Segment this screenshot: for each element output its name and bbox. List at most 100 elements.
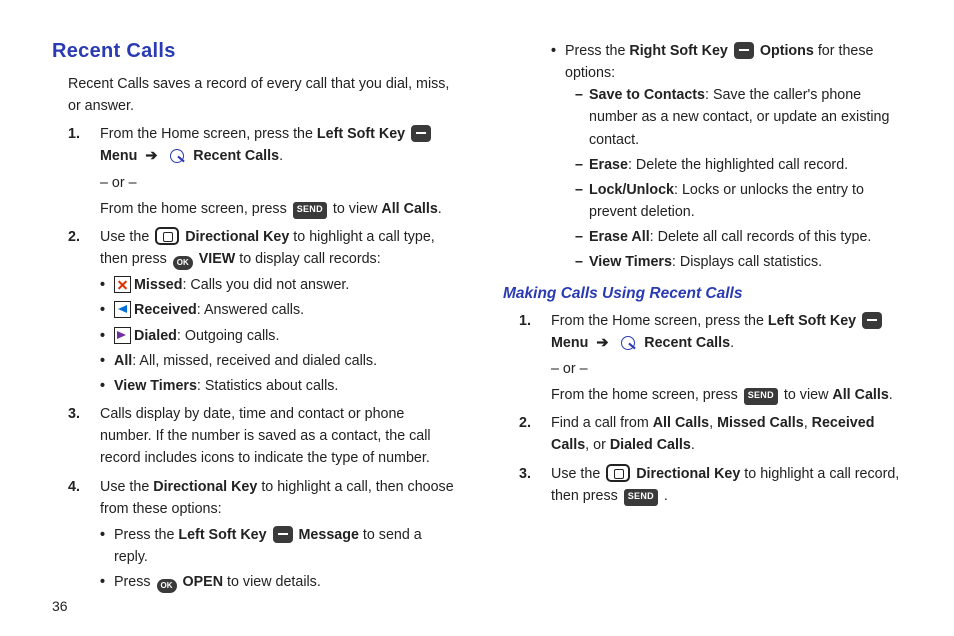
intro-text: Recent Calls saves a record of every cal…	[68, 73, 459, 117]
bullet-all: All: All, missed, received and dialed ca…	[100, 350, 459, 372]
r2-or: , or	[585, 437, 610, 453]
missed-icon	[114, 276, 131, 293]
received-label: Received	[134, 302, 197, 318]
heading-making-calls: Making Calls Using Recent Calls	[503, 282, 910, 306]
recent-calls-label-2: Recent Calls	[644, 335, 730, 351]
b1a: Press the	[114, 527, 178, 543]
send-key-icon: SEND	[293, 202, 327, 219]
directional-key-icon-2	[606, 464, 630, 482]
send-key-icon-2: SEND	[744, 388, 778, 405]
dk-label-3: Directional Key	[636, 466, 740, 482]
arrow-icon: ➔	[145, 148, 157, 164]
rstep-3: Use the Directional Key to highlight a c…	[519, 463, 910, 507]
lsk-label-3: Left Soft Key	[768, 313, 856, 329]
received-icon	[114, 301, 131, 318]
step-3: Calls display by date, time and contact …	[68, 403, 459, 469]
all-label: All	[114, 353, 132, 369]
ok-key-icon: OK	[173, 256, 193, 270]
dash-erase: Erase: Delete the highlighted call recor…	[575, 154, 910, 176]
rstep-2: Find a call from All Calls, Missed Calls…	[519, 412, 910, 456]
step2-c: to display call records:	[235, 251, 380, 267]
right-soft-key-icon	[734, 42, 754, 59]
missed-label: Missed	[134, 277, 182, 293]
dash-lock: Lock/Unlock: Locks or unlocks the entry …	[575, 179, 910, 223]
step-1: From the Home screen, press the Left Sof…	[68, 123, 459, 220]
recent-calls-icon	[167, 147, 187, 165]
left-soft-key-icon-3	[862, 312, 882, 329]
options-label: Options	[760, 43, 814, 59]
menu-label-2: Menu	[551, 335, 588, 351]
step2-a: Use the	[100, 229, 153, 245]
dialed-desc: : Outgoing calls.	[177, 328, 280, 344]
viewtimers-label: View Timers	[114, 378, 197, 394]
right-soft-key-label: Right Soft Key	[629, 43, 728, 59]
directional-key-label-2: Directional Key	[153, 479, 257, 495]
r1-alt: From the home screen, press SEND to view…	[551, 384, 910, 406]
allcalls-b: All Calls	[653, 415, 709, 431]
vt2-desc: : Displays call statistics.	[672, 254, 822, 270]
lock-label: Lock/Unlock	[589, 182, 674, 198]
missed-desc: : Calls you did not answer.	[182, 277, 349, 293]
bullet-received: Received: Answered calls.	[100, 299, 459, 321]
step-4: Use the Directional Key to highlight a c…	[68, 476, 459, 594]
dialed-icon	[114, 327, 131, 344]
send-key-icon-3: SEND	[624, 489, 658, 506]
open-label: OPEN	[183, 574, 224, 590]
b2c: to view details.	[223, 574, 321, 590]
r1-alt-a: From the home screen, press	[551, 387, 742, 403]
right-column: Press the Right Soft Key Options for the…	[503, 36, 910, 599]
step1-alt: From the home screen, press SEND to view…	[100, 198, 459, 220]
left-soft-key-label: Left Soft Key	[317, 126, 405, 142]
left-soft-key-icon	[411, 125, 431, 142]
bullet-options: Press the Right Soft Key Options for the…	[551, 40, 910, 274]
page-number: 36	[52, 598, 68, 614]
erase-desc: : Delete the highlighted call record.	[628, 157, 848, 173]
ok-key-icon-2: OK	[157, 579, 177, 593]
bullet-missed: Missed: Calls you did not answer.	[100, 274, 459, 296]
received-desc: : Answered calls.	[197, 302, 304, 318]
dialed-label: Dialed	[134, 328, 177, 344]
or-divider: – or –	[100, 172, 459, 194]
left-column: Recent Calls Recent Calls saves a record…	[52, 36, 459, 599]
step1-alt-b: to view	[329, 201, 381, 217]
dash-save-contacts: Save to Contacts: Save the caller's phon…	[575, 84, 910, 150]
bullet-open: Press OK OPEN to view details.	[100, 571, 459, 593]
viewtimers-desc: : Statistics about calls.	[197, 378, 338, 394]
step4-a: Use the	[100, 479, 153, 495]
or-divider-2: – or –	[551, 358, 910, 380]
bullet-dialed: Dialed: Outgoing calls.	[100, 325, 459, 347]
left-soft-key-icon-2	[273, 526, 293, 543]
erase-label: Erase	[589, 157, 628, 173]
recent-calls-label: Recent Calls	[193, 148, 279, 164]
step-2: Use the Directional Key to highlight a c…	[68, 226, 459, 397]
eraseall-label: Erase All	[589, 229, 650, 245]
recent-calls-icon-2	[618, 334, 638, 352]
r3-a: Use the	[551, 466, 604, 482]
r1-alt-b: to view	[780, 387, 832, 403]
save-contacts-label: Save to Contacts	[589, 87, 705, 103]
directional-key-label: Directional Key	[185, 229, 289, 245]
rstep-1: From the Home screen, press the Left Sof…	[519, 310, 910, 407]
vt2-label: View Timers	[589, 254, 672, 270]
all-desc: : All, missed, received and dialed calls…	[132, 353, 377, 369]
r2-a: Find a call from	[551, 415, 653, 431]
dash-erase-all: Erase All: Delete all call records of th…	[575, 226, 910, 248]
heading-recent-calls: Recent Calls	[52, 36, 459, 67]
view-label: VIEW	[199, 251, 236, 267]
step1-lead: From the Home screen, press the	[100, 126, 317, 142]
missedcalls-b: Missed Calls	[717, 415, 804, 431]
all-calls-label: All Calls	[381, 201, 437, 217]
message-label: Message	[299, 527, 359, 543]
eraseall-desc: : Delete all call records of this type.	[650, 229, 872, 245]
menu-label: Menu	[100, 148, 137, 164]
all-calls-label-2: All Calls	[832, 387, 888, 403]
dash-view-timers: View Timers: Displays call statistics.	[575, 251, 910, 273]
b2a: Press	[114, 574, 155, 590]
arrow-icon-2: ➔	[596, 335, 608, 351]
bullet-view-timers: View Timers: Statistics about calls.	[100, 375, 459, 397]
bullet-message: Press the Left Soft Key Message to send …	[100, 524, 459, 568]
dialedcalls-b: Dialed Calls	[610, 437, 691, 453]
directional-key-icon	[155, 227, 179, 245]
step1-alt-a: From the home screen, press	[100, 201, 291, 217]
rtop-a: Press the	[565, 43, 629, 59]
